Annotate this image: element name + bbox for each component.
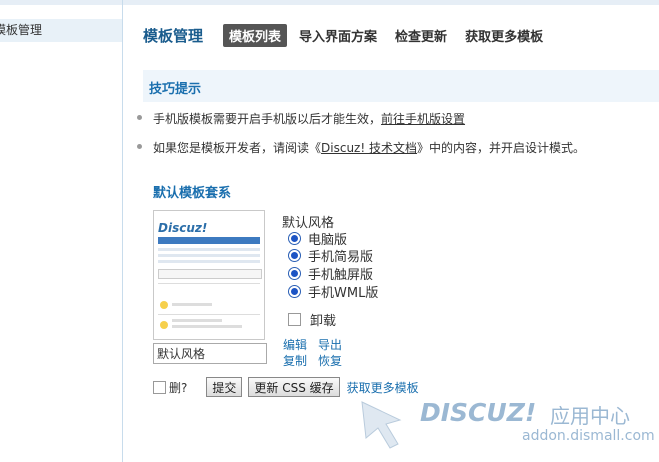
- option-mobile-wml[interactable]: 手机WML版: [288, 283, 379, 301]
- thumbnail-divider: [158, 283, 260, 284]
- radio-checked-icon[interactable]: [288, 249, 301, 262]
- option-label: 手机简易版: [308, 250, 374, 265]
- copy-link[interactable]: 复制: [283, 352, 307, 369]
- uninstall-option[interactable]: 卸载: [288, 310, 336, 329]
- radio-checked-icon[interactable]: [288, 267, 301, 280]
- watermark-url: addon.dismall.com: [522, 428, 655, 444]
- section-title: 默认模板套系: [153, 186, 232, 201]
- submit-button[interactable]: 提交: [206, 377, 243, 397]
- tip-text: 手机版模板需要开启手机版以后才能生效，: [153, 112, 382, 126]
- page-header: 模板管理 模板列表 导入界面方案 检查更新 获取更多模板: [143, 23, 555, 47]
- watermark: DISCUZ! 应用中心 addon.dismall.com: [355, 396, 659, 462]
- thumbnail-search: [158, 269, 262, 279]
- option-label: 手机触屏版: [308, 268, 374, 283]
- tip-text: 如果您是模板开发者，请阅读《: [153, 141, 322, 155]
- radio-checked-icon[interactable]: [288, 232, 301, 245]
- restore-link[interactable]: 恢复: [318, 352, 342, 369]
- tab-more-templates[interactable]: 获取更多模板: [459, 24, 549, 47]
- sidebar: 模板管理: [0, 0, 123, 462]
- main-content: 模板管理 模板列表 导入界面方案 检查更新 获取更多模板 技巧提示 手机版模板需…: [123, 0, 659, 462]
- option-pc[interactable]: 电脑版: [288, 230, 347, 248]
- radio-checked-icon[interactable]: [288, 285, 301, 298]
- thumbnail-row: [158, 254, 260, 257]
- template-thumbnail: Discuz!: [153, 210, 265, 340]
- option-mobile-simple[interactable]: 手机简易版: [288, 247, 374, 265]
- tips-title: 技巧提示: [149, 82, 202, 97]
- tech-docs-link[interactable]: Discuz! 技术文档: [321, 141, 417, 155]
- cursor-arrow-icon: [361, 401, 402, 449]
- watermark-app-center: 应用中心: [550, 404, 630, 428]
- uninstall-checkbox[interactable]: [288, 313, 301, 326]
- thumbnail-forum-icon: [160, 321, 168, 329]
- watermark-brand: DISCUZ!: [420, 398, 537, 427]
- bottom-actions: 删? 提交 更新 CSS 缓存 获取更多模板: [153, 377, 419, 397]
- tip-text: 》中的内容，并开启设计模式。: [416, 141, 585, 155]
- refresh-css-cache-button[interactable]: 更新 CSS 缓存: [248, 377, 340, 397]
- thumbnail-nav-bar: [158, 237, 260, 244]
- thumbnail-line: [172, 319, 222, 322]
- tab-import-scheme[interactable]: 导入界面方案: [293, 24, 383, 47]
- page-title: 模板管理: [143, 26, 204, 45]
- tips-header: 技巧提示: [143, 70, 659, 102]
- delete-checkbox[interactable]: [153, 380, 166, 394]
- tab-check-update[interactable]: 检查更新: [389, 24, 453, 47]
- more-templates-link[interactable]: 获取更多模板: [347, 379, 419, 396]
- thumbnail-line: [172, 303, 212, 306]
- main-top-strip: [123, 0, 659, 5]
- tip-item-mobile: 手机版模板需要开启手机版以后才能生效，前往手机版设置: [136, 110, 465, 127]
- export-link[interactable]: 导出: [318, 336, 342, 353]
- thumbnail-forum-icon: [160, 301, 168, 309]
- mobile-settings-link[interactable]: 前往手机版设置: [381, 112, 465, 126]
- edit-link[interactable]: 编辑: [283, 336, 307, 353]
- thumbnail-logo: Discuz!: [158, 221, 208, 235]
- thumbnail-divider: [158, 314, 260, 315]
- tab-template-list[interactable]: 模板列表: [223, 23, 288, 47]
- uninstall-label: 卸载: [310, 314, 337, 329]
- delete-label: 删?: [169, 380, 188, 395]
- sidebar-top-strip: [0, 0, 122, 5]
- option-label: 手机WML版: [308, 286, 379, 301]
- tip-item-developer: 如果您是模板开发者，请阅读《Discuz! 技术文档》中的内容，并开启设计模式。: [137, 139, 585, 156]
- sidebar-item-label: 模板管理: [0, 23, 43, 37]
- thumbnail-line: [172, 325, 242, 328]
- option-mobile-touch[interactable]: 手机触屏版: [288, 265, 374, 283]
- thumbnail-row: [158, 260, 260, 263]
- style-name-input[interactable]: [153, 343, 267, 364]
- thumbnail-row: [158, 248, 260, 251]
- sidebar-item-template-management[interactable]: 模板管理: [0, 19, 122, 42]
